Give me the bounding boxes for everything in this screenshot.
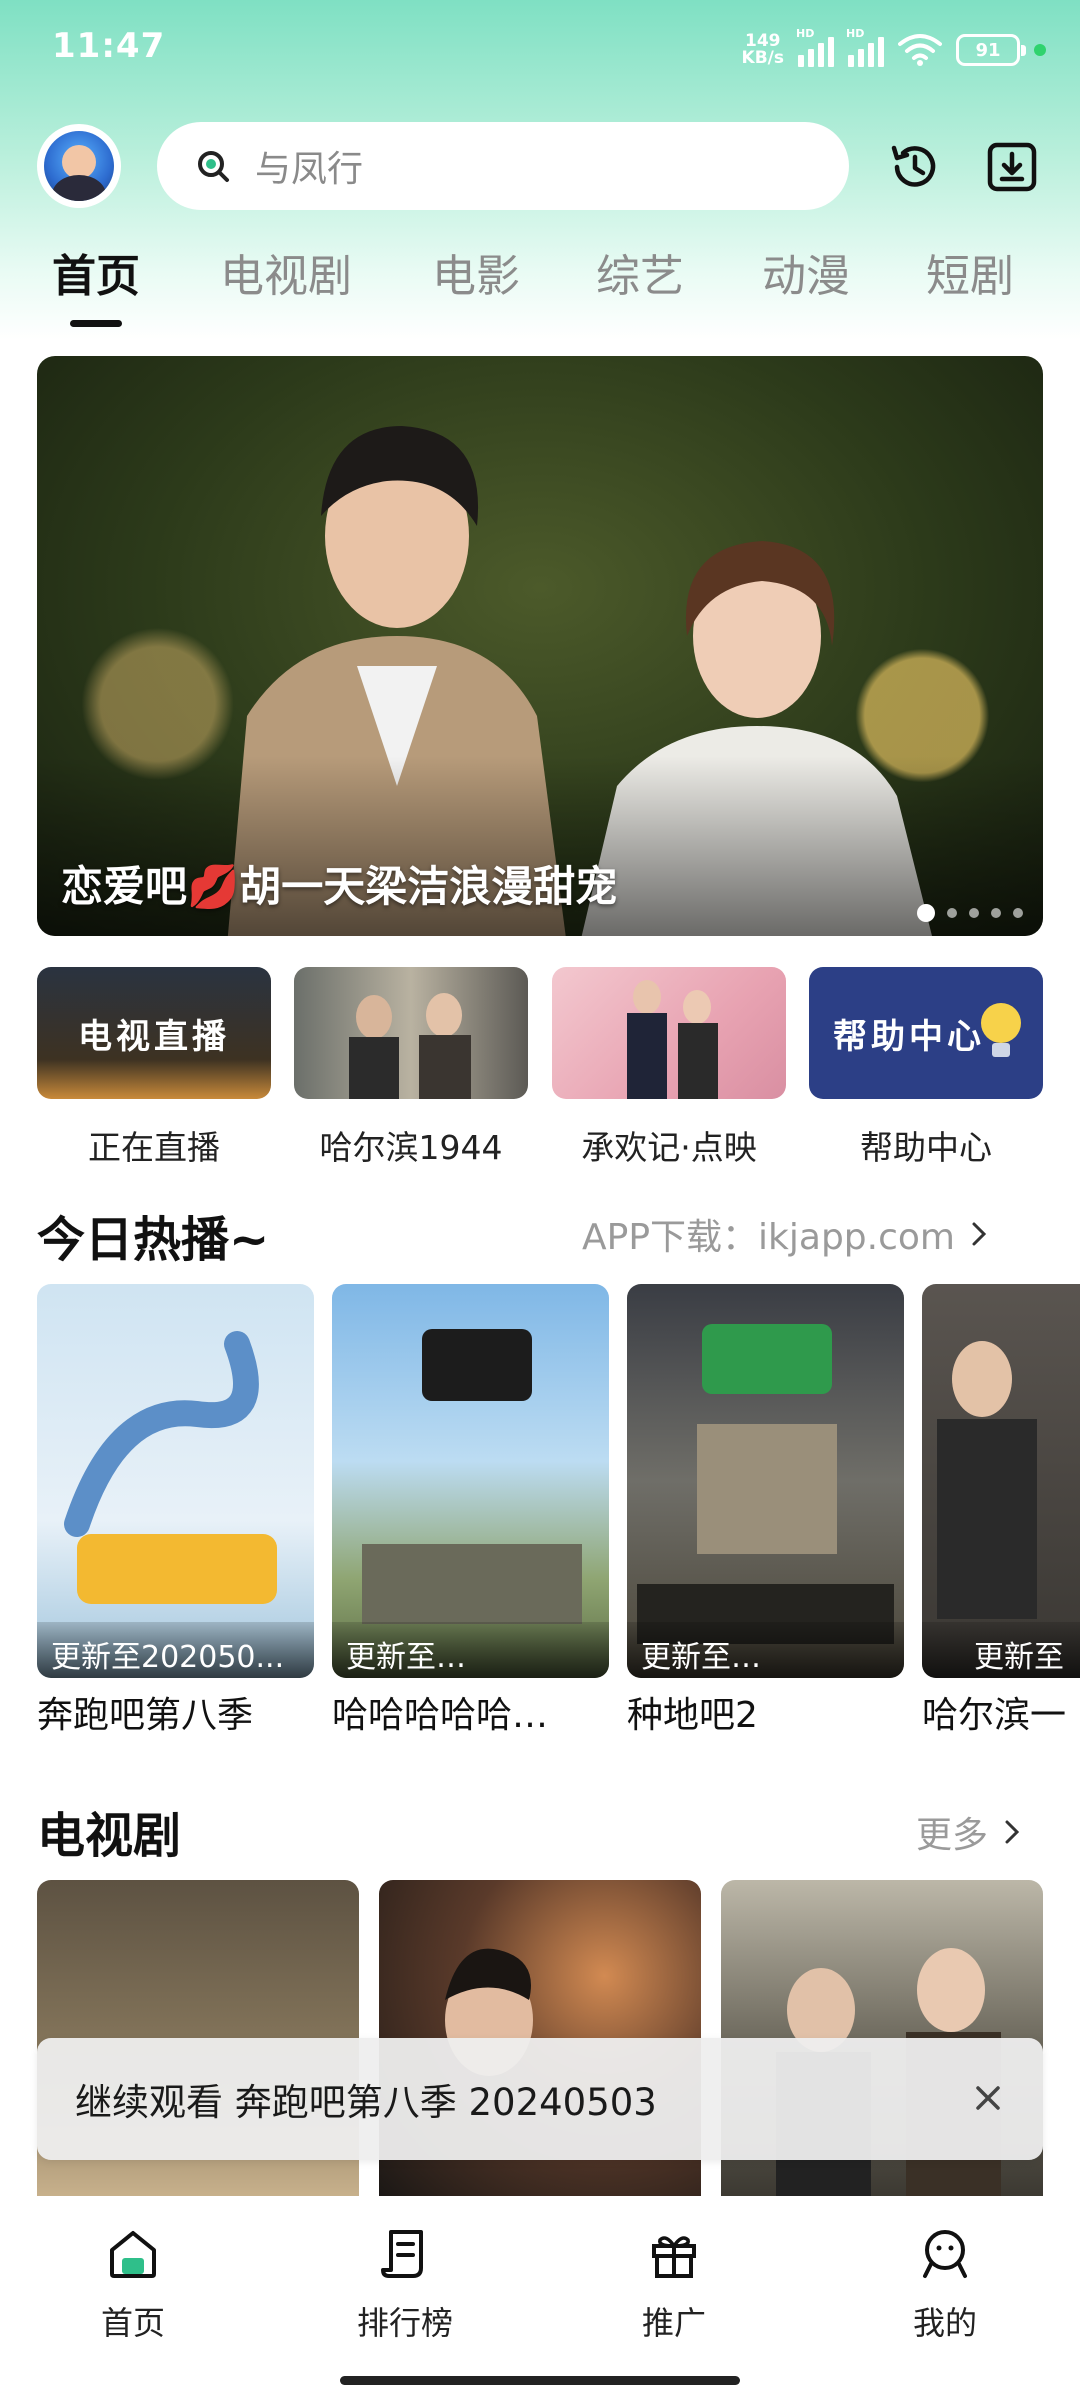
status-bar: 11:47 149 KB/s HD HD 91 (0, 0, 1080, 100)
signal-icon: HD (846, 27, 884, 67)
banner-pagination (917, 904, 1023, 922)
continue-watching-text: 继续观看 奔跑吧第八季 20240503 (75, 2081, 657, 2124)
quick-entry-thumbnail: 电视直播 (37, 967, 271, 1099)
hot-section-title: 今日热播~ (37, 1212, 270, 1268)
search-placeholder: 与凤行 (255, 149, 364, 190)
pagination-dot (991, 908, 1001, 918)
close-icon[interactable] (971, 2081, 1005, 2115)
tab-short-drama[interactable]: 短剧 (926, 240, 1014, 304)
nav-profile[interactable]: 我的 (865, 2226, 1025, 2344)
lightbulb-icon (981, 1003, 1021, 1057)
tv-section-title: 电视剧 (37, 1808, 182, 1864)
download-icon[interactable] (985, 140, 1039, 194)
tab-anime[interactable]: 动漫 (762, 240, 850, 304)
hot-item[interactable]: 更新至 哈尔滨一 (922, 1284, 1080, 1738)
hot-item-title: 哈哈哈哈哈… (332, 1695, 549, 1736)
hot-item[interactable]: 更新至… 种地吧2 (627, 1284, 904, 1738)
quick-entry-label: 正在直播 (88, 1128, 220, 1167)
tab-movies[interactable]: 电影 (432, 240, 520, 304)
quick-entry-live[interactable]: 电视直播 正在直播 (37, 967, 271, 1169)
signal-icon: HD (796, 27, 834, 67)
tab-home[interactable]: 首页 (52, 240, 140, 304)
chevron-right-icon (972, 1222, 987, 1246)
pagination-dot (1013, 908, 1023, 918)
privacy-indicator-dot (1034, 44, 1046, 56)
status-icons: 149 KB/s HD HD 91 (741, 27, 1046, 72)
profile-icon (923, 2230, 967, 2278)
quick-entry-thumbnail (294, 967, 528, 1099)
hot-item-poster: 更新至… (332, 1284, 609, 1678)
quick-entry-label: 帮助中心 (860, 1128, 992, 1167)
history-icon[interactable] (888, 140, 942, 194)
hot-item[interactable]: 更新至202050... 奔跑吧第八季 (37, 1284, 314, 1738)
bottom-navigation: 首页 排行榜 推广 我的 (0, 2196, 1080, 2400)
quick-entry-label: 承欢记·点映 (581, 1128, 757, 1167)
hot-item-title: 奔跑吧第八季 (37, 1695, 254, 1736)
home-indicator (340, 2376, 740, 2385)
category-tabs: 首页 电视剧 电影 综艺 动漫 短剧 (0, 240, 1080, 330)
update-badge: 更新至… (332, 1622, 609, 1678)
hot-item-poster: 更新至… (627, 1284, 904, 1678)
network-speed: 149 KB/s (741, 31, 784, 68)
battery-icon: 91 (956, 34, 1026, 66)
tv-section-more-button[interactable]: 更多 (916, 1806, 1020, 1858)
pagination-dot (917, 904, 935, 922)
pagination-dot (947, 908, 957, 918)
ranking-icon (381, 2230, 423, 2278)
wifi-icon (898, 34, 942, 66)
status-time: 11:47 (52, 26, 166, 66)
quick-entry-thumbnail: 帮助中心 (809, 967, 1043, 1099)
app-download-link[interactable]: APP下载：ikjapp.com (582, 1208, 987, 1260)
hot-item-poster: 更新至202050... (37, 1284, 314, 1678)
tab-active-indicator (70, 320, 122, 327)
home-icon (110, 2231, 156, 2278)
quick-entry-harbin1944[interactable]: 哈尔滨1944 (294, 967, 528, 1169)
pagination-dot (969, 908, 979, 918)
quick-entry-thumbnail (552, 967, 786, 1099)
quick-entry-help-center[interactable]: 帮助中心 帮助中心 (809, 967, 1043, 1169)
banner-title: 恋爱吧💋胡一天梁洁浪漫甜宠 (61, 862, 618, 911)
user-avatar[interactable] (37, 124, 121, 208)
hot-item-poster: 更新至 (922, 1284, 1080, 1678)
search-input[interactable]: 与凤行 (157, 122, 849, 210)
hot-item-title: 哈尔滨一 (922, 1695, 1067, 1736)
quick-entry-chenghuanji[interactable]: 承欢记·点映 (552, 967, 786, 1169)
hot-item[interactable]: 更新至… 哈哈哈哈哈… (332, 1284, 609, 1738)
featured-banner[interactable]: 恋爱吧💋胡一天梁洁浪漫甜宠 (37, 356, 1043, 936)
gift-icon (652, 2236, 696, 2278)
nav-ranking[interactable]: 排行榜 (325, 2226, 485, 2344)
tab-tv-series[interactable]: 电视剧 (220, 240, 352, 304)
nav-promote[interactable]: 推广 (594, 2226, 754, 2344)
tab-variety[interactable]: 综艺 (596, 240, 684, 304)
update-badge: 更新至… (627, 1622, 904, 1678)
update-badge: 更新至202050... (37, 1622, 314, 1678)
quick-entry-label: 哈尔滨1944 (319, 1128, 503, 1167)
update-badge: 更新至 (922, 1622, 1080, 1678)
chevron-right-icon (1005, 1820, 1020, 1844)
search-icon (198, 151, 229, 182)
hot-item-title: 种地吧2 (627, 1695, 758, 1736)
continue-watching-bar[interactable]: 继续观看 奔跑吧第八季 20240503 (37, 2038, 1043, 2160)
nav-home[interactable]: 首页 (53, 2226, 213, 2344)
